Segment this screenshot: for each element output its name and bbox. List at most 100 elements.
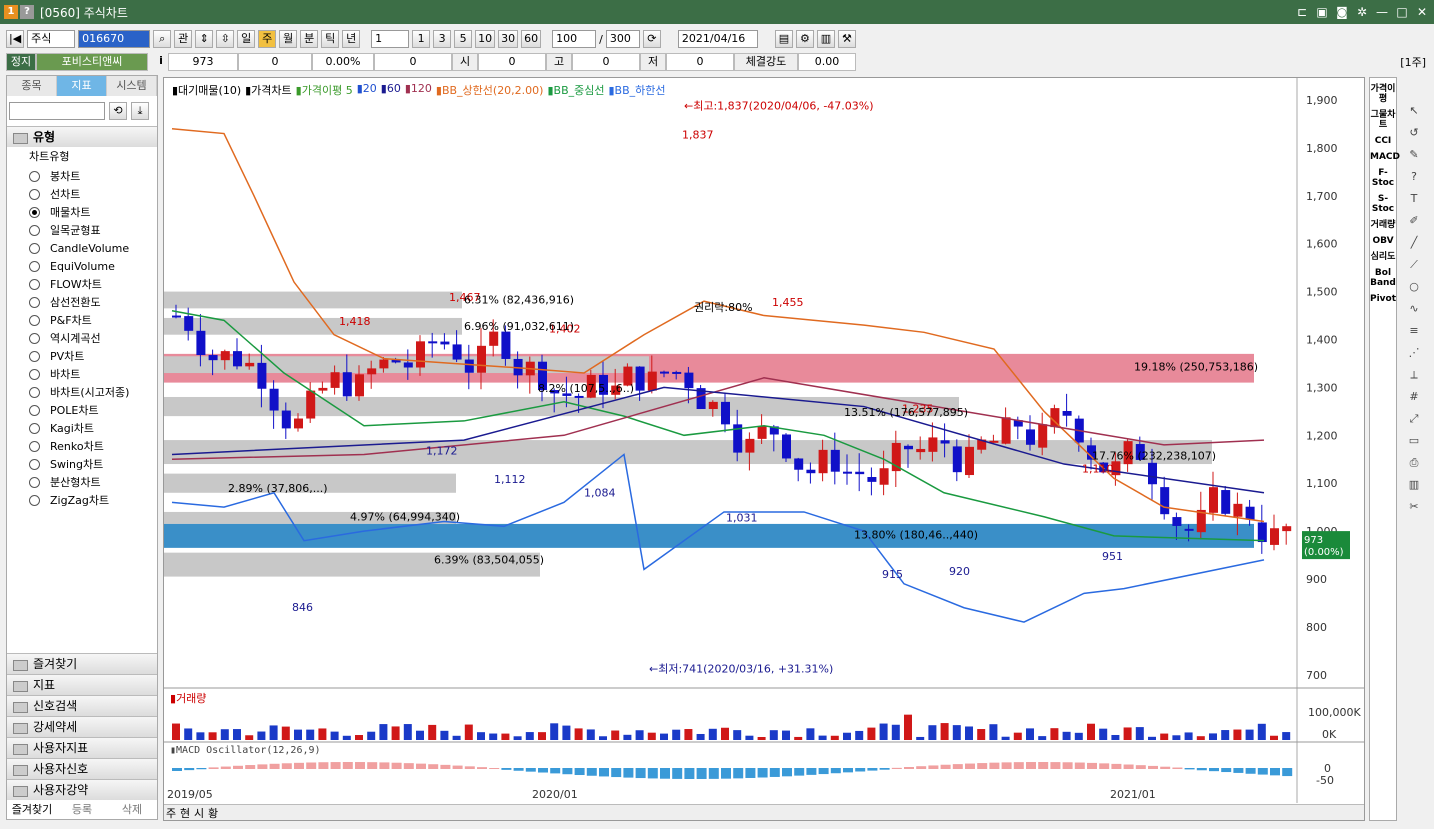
tab-hyeon[interactable]: 현 bbox=[178, 805, 192, 820]
sync-icon[interactable]: ⟲ bbox=[109, 102, 127, 120]
radio-icon[interactable] bbox=[29, 476, 40, 488]
chart-type-2[interactable]: 매물차트 bbox=[7, 203, 157, 221]
gear-icon[interactable]: ⚙ bbox=[795, 30, 814, 48]
grid-icon[interactable]: # bbox=[1403, 390, 1425, 408]
tab-stocks[interactable]: 종목 bbox=[7, 76, 57, 96]
save-icon[interactable]: ▥ bbox=[816, 30, 835, 48]
period-day[interactable]: 일 bbox=[237, 30, 256, 48]
radio-icon[interactable] bbox=[29, 170, 40, 182]
radio-icon[interactable] bbox=[29, 314, 40, 326]
period-month[interactable]: 월 bbox=[279, 30, 298, 48]
bar-icon[interactable]: ▥ bbox=[1403, 478, 1425, 496]
pen-icon[interactable]: ✐ bbox=[1403, 214, 1425, 232]
fan-icon[interactable]: ⟂ bbox=[1403, 368, 1425, 386]
tab-system[interactable]: 시스템 bbox=[107, 76, 157, 96]
radio-icon[interactable] bbox=[29, 494, 40, 506]
quick-1[interactable]: 1 bbox=[412, 30, 431, 48]
gwan-button[interactable]: 관 bbox=[174, 30, 193, 48]
quick-60[interactable]: 60 bbox=[521, 30, 542, 48]
scroll-bar[interactable]: 주 현 시 황 bbox=[164, 804, 1364, 820]
radio-icon[interactable] bbox=[29, 386, 40, 398]
indicator-7[interactable]: OBV bbox=[1370, 236, 1396, 246]
chart-area[interactable]: 1,900 1,800 1,700 1,600 1,500 1,400 1,300 1,200… bbox=[163, 77, 1365, 821]
chart-icon[interactable]: ▤ bbox=[774, 30, 793, 48]
subgroup-chart-type[interactable]: 차트유형 bbox=[7, 147, 157, 167]
scroll-icon[interactable]: ⇕ bbox=[195, 30, 214, 48]
circle-icon[interactable]: ○ bbox=[1403, 280, 1425, 298]
radio-icon[interactable] bbox=[29, 260, 40, 272]
period-tick[interactable]: 틱 bbox=[321, 30, 340, 48]
chart-type-9[interactable]: 역시계곡선 bbox=[7, 329, 157, 347]
camera-icon[interactable]: ◙ bbox=[1334, 4, 1350, 20]
info-icon[interactable]: i bbox=[154, 53, 168, 71]
maximize-icon[interactable]: □ bbox=[1394, 4, 1410, 20]
indicator-8[interactable]: 심리도 bbox=[1370, 252, 1396, 262]
legend-item-5[interactable]: ▮120 bbox=[405, 82, 432, 98]
trend-icon[interactable]: ⤢ bbox=[1403, 412, 1425, 430]
chart-type-1[interactable]: 선차트 bbox=[7, 185, 157, 203]
radio-icon[interactable] bbox=[29, 422, 40, 434]
radio-icon[interactable] bbox=[29, 206, 40, 218]
quick-10[interactable]: 10 bbox=[475, 30, 496, 48]
legend-item-8[interactable]: ▮BB_하한선 bbox=[608, 82, 665, 98]
interval-select[interactable]: 1 bbox=[371, 30, 410, 48]
radio-icon[interactable] bbox=[29, 188, 40, 200]
chart-type-7[interactable]: 삼선전환도 bbox=[7, 293, 157, 311]
group-4[interactable]: 사용자지표 bbox=[7, 737, 157, 758]
chart-type-14[interactable]: Kagi차트 bbox=[7, 419, 157, 437]
chart-type-5[interactable]: EquiVolume bbox=[7, 257, 157, 275]
close-icon[interactable]: ✕ bbox=[1414, 4, 1430, 20]
period-minute[interactable]: 분 bbox=[300, 30, 319, 48]
bottom-register[interactable]: 등록 bbox=[57, 801, 107, 819]
text-icon[interactable]: T bbox=[1403, 192, 1425, 210]
filter-input[interactable] bbox=[9, 102, 105, 120]
period-week[interactable]: 주 bbox=[258, 30, 277, 48]
chart-type-3[interactable]: 일목균형표 bbox=[7, 221, 157, 239]
print-icon[interactable]: ⎙ bbox=[1403, 456, 1425, 474]
indicator-6[interactable]: 거래량 bbox=[1370, 220, 1396, 230]
search-icon[interactable]: ⌕ bbox=[153, 30, 172, 48]
group-2[interactable]: 신호검색 bbox=[7, 695, 157, 716]
wave-icon[interactable]: ∿ bbox=[1403, 302, 1425, 320]
radio-icon[interactable] bbox=[29, 278, 40, 290]
market-select[interactable]: 주식 bbox=[27, 30, 76, 48]
chart-type-0[interactable]: 봉차트 bbox=[7, 167, 157, 185]
window-icon[interactable]: ▭ bbox=[1403, 434, 1425, 452]
total-input[interactable]: 300 bbox=[605, 30, 640, 48]
chart-type-6[interactable]: FLOW차트 bbox=[7, 275, 157, 293]
question-icon[interactable]: ? bbox=[1403, 170, 1425, 188]
group-1[interactable]: 지표 bbox=[7, 674, 157, 695]
code-input[interactable]: 016670 bbox=[78, 30, 151, 48]
settings-icon[interactable]: ✲ bbox=[1354, 4, 1370, 20]
tab-indicators[interactable]: 지표 bbox=[57, 76, 107, 96]
chart-type-15[interactable]: Renko차트 bbox=[7, 437, 157, 455]
fib-icon[interactable]: ⋰ bbox=[1403, 346, 1425, 364]
count-input[interactable]: 100 bbox=[552, 30, 597, 48]
quick-5[interactable]: 5 bbox=[454, 30, 473, 48]
bottom-favorites[interactable]: 즐겨찾기 bbox=[7, 801, 57, 819]
group-6[interactable]: 사용자강약 bbox=[7, 779, 157, 800]
indicator-2[interactable]: CCI bbox=[1370, 136, 1396, 146]
chart-type-13[interactable]: POLE차트 bbox=[7, 401, 157, 419]
legend-item-7[interactable]: ▮BB_중심선 bbox=[547, 82, 604, 98]
quick-30[interactable]: 30 bbox=[498, 30, 519, 48]
minimize-icon[interactable]: — bbox=[1374, 4, 1390, 20]
tab-ju[interactable]: 주 bbox=[164, 805, 178, 820]
legend-item-2[interactable]: ▮가격이평 5 bbox=[296, 82, 353, 98]
tab-si[interactable]: 시 bbox=[192, 805, 206, 820]
bottom-delete[interactable]: 삭제 bbox=[107, 801, 157, 819]
tab-hwang[interactable]: 황 bbox=[206, 805, 220, 820]
ruler-icon[interactable]: ⟋ bbox=[1403, 258, 1425, 276]
indicator-3[interactable]: MACD bbox=[1370, 152, 1400, 162]
copy-icon[interactable]: ▣ bbox=[1314, 4, 1330, 20]
line-icon[interactable]: ╱ bbox=[1403, 236, 1425, 254]
indicator-10[interactable]: Pivot bbox=[1370, 294, 1396, 304]
period-year[interactable]: 년 bbox=[342, 30, 361, 48]
wrench-icon[interactable]: ✂ bbox=[1403, 500, 1425, 518]
undo-icon[interactable]: ↺ bbox=[1403, 126, 1425, 144]
download-icon[interactable]: ⤓ bbox=[131, 102, 149, 120]
radio-icon[interactable] bbox=[29, 296, 40, 308]
chart-type-18[interactable]: ZigZag차트 bbox=[7, 491, 157, 509]
tools-icon[interactable]: ⚒ bbox=[837, 30, 856, 48]
all-icon[interactable]: ✎ bbox=[1403, 148, 1425, 166]
